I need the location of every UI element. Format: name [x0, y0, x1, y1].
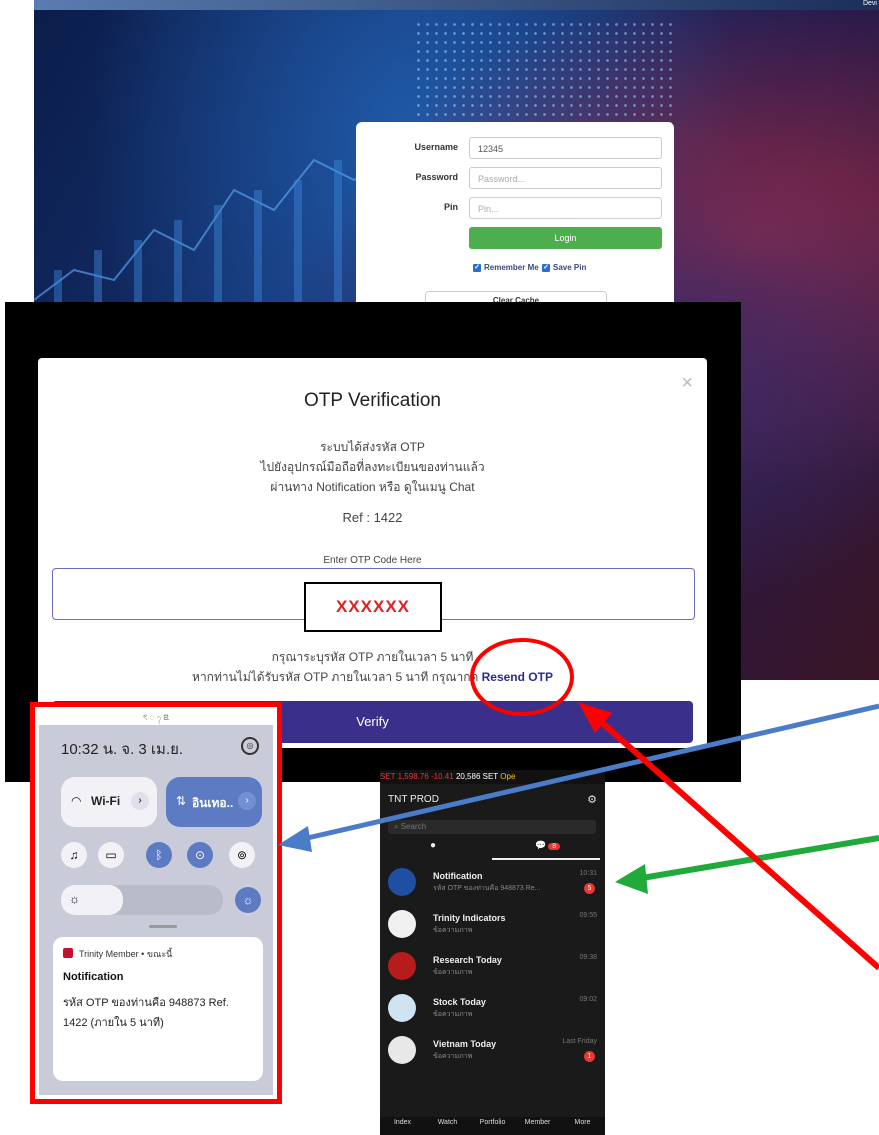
blue-arrow: [289, 703, 879, 845]
red-arrow: [588, 709, 879, 971]
annotation-overlay: [278, 638, 879, 971]
resend-highlight-circle: [470, 638, 574, 716]
green-arrowhead: [615, 864, 648, 894]
blue-arrowhead: [278, 826, 312, 852]
